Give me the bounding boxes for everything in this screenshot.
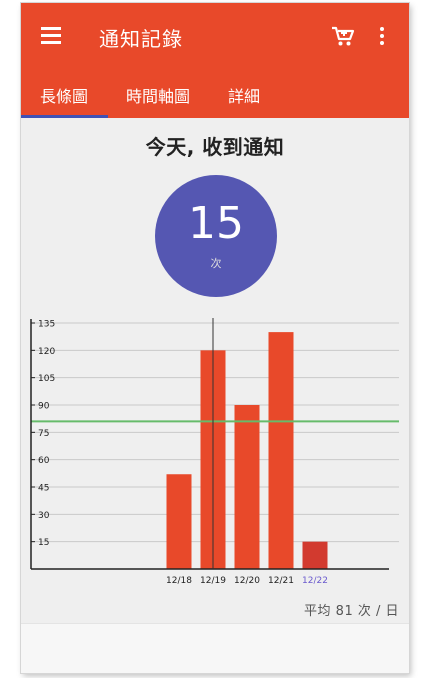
y-tick-label: 60 [38, 456, 50, 466]
phone-screen: 通知記錄 長條圖 時間軸圖 詳細 今天, 收到通知 15 次 15 30 45 60 7… [21, 3, 409, 673]
bar [166, 474, 192, 569]
x-tick-label: 12/19 [200, 576, 226, 586]
page-heading: 今天, 收到通知 [145, 135, 285, 159]
y-tick-label: 90 [38, 402, 50, 412]
tab-bar-chart[interactable]: 長條圖 [40, 83, 88, 107]
tab-bar: 長條圖 時間軸圖 詳細 [21, 75, 409, 118]
today-count-unit: 次 [210, 257, 222, 270]
bar [268, 332, 294, 569]
y-tick-label: 15 [38, 538, 49, 548]
y-tick-label: 75 [38, 429, 49, 439]
y-tick-label: 120 [38, 347, 55, 357]
x-tick-label: 12/21 [268, 576, 294, 586]
bar [302, 541, 328, 569]
app-bar: 通知記錄 長條圖 時間軸圖 詳細 [21, 3, 409, 118]
x-tick-label: 12/22 [302, 576, 328, 586]
main-content: 今天, 收到通知 15 次 15 30 45 60 75 90 105 120 135 12/18… [21, 118, 409, 673]
more-vert-icon[interactable] [377, 25, 387, 47]
today-count-badge: 15 次 [155, 175, 277, 297]
bar [234, 405, 260, 569]
y-tick-label: 105 [38, 374, 55, 384]
app-title: 通知記錄 [99, 27, 183, 51]
cart-icon[interactable] [331, 25, 355, 47]
tab-details[interactable]: 詳細 [228, 83, 260, 107]
y-tick-label: 135 [38, 320, 55, 330]
average-per-day: 平均 81 次 / 日 [304, 604, 399, 619]
notification-bar-chart[interactable]: 15 30 45 60 75 90 105 120 135 12/18 12/19 12/20 12/2… [21, 313, 409, 588]
bottom-panel [21, 623, 409, 673]
today-count-value: 15 [188, 198, 244, 249]
y-tick-label: 30 [38, 511, 50, 521]
y-tick-label: 45 [38, 484, 49, 494]
x-tick-label: 12/18 [166, 576, 192, 586]
x-tick-label: 12/20 [234, 576, 260, 586]
tab-timeline-chart[interactable]: 時間軸圖 [126, 83, 190, 107]
menu-icon[interactable] [41, 27, 61, 44]
